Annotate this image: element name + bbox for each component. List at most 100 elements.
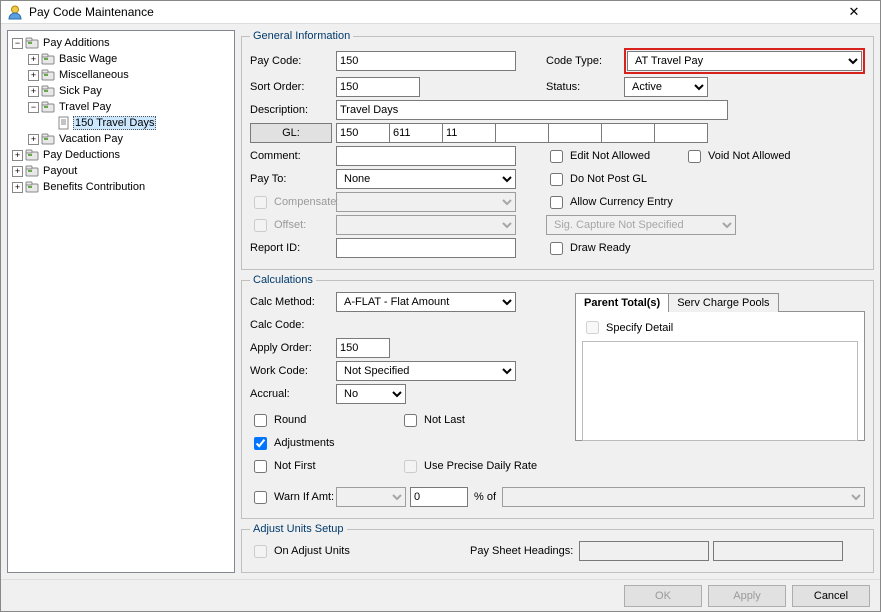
calculations-group: Calculations Calc Method: A-FLAT - Flat … bbox=[241, 274, 874, 519]
calc-legend: Calculations bbox=[250, 274, 316, 286]
apply-button[interactable]: Apply bbox=[708, 585, 786, 607]
gl-segment-6[interactable] bbox=[654, 123, 708, 143]
accrual-select[interactable]: No bbox=[336, 384, 406, 404]
gl-button[interactable]: GL: bbox=[250, 123, 332, 143]
pay-to-label: Pay To: bbox=[250, 173, 336, 185]
tree-item[interactable]: + Benefits Contribution bbox=[12, 179, 232, 195]
work-code-label: Work Code: bbox=[250, 365, 336, 377]
body: −Pay Additions+Basic Wage+Miscellaneous+… bbox=[1, 24, 880, 579]
folder-icon bbox=[25, 180, 39, 194]
expand-icon[interactable]: + bbox=[12, 182, 23, 193]
description-input[interactable] bbox=[336, 100, 728, 120]
ok-button[interactable]: OK bbox=[624, 585, 702, 607]
calc-code-label: Calc Code: bbox=[250, 319, 336, 331]
tab-parent-totals[interactable]: Parent Total(s) bbox=[575, 293, 669, 312]
folder-icon bbox=[41, 52, 55, 66]
compensate-check: Compensate: bbox=[250, 193, 336, 212]
sort-order-label: Sort Order: bbox=[250, 81, 336, 93]
adjust-legend: Adjust Units Setup bbox=[250, 523, 347, 535]
window-title: Pay Code Maintenance bbox=[29, 5, 834, 19]
expand-icon[interactable]: + bbox=[28, 134, 39, 145]
tab-body: Specify Detail bbox=[575, 311, 865, 441]
tree-item[interactable]: +Payout bbox=[12, 163, 232, 179]
adjustments-check[interactable]: Adjustments bbox=[250, 434, 335, 453]
work-code-select[interactable]: Not Specified bbox=[336, 361, 516, 381]
offset-select bbox=[336, 215, 516, 235]
tree-label: 150 Travel Days bbox=[73, 116, 156, 130]
pay-code-input[interactable] bbox=[336, 51, 516, 71]
general-legend: General Information bbox=[250, 30, 353, 42]
tree-item[interactable]: +Basic Wage bbox=[28, 51, 232, 67]
tab-serv-charge[interactable]: Serv Charge Pools bbox=[668, 293, 778, 312]
gl-segment-4[interactable] bbox=[548, 123, 602, 143]
code-type-select[interactable]: AT Travel Pay bbox=[627, 51, 862, 71]
expand-icon[interactable]: + bbox=[12, 166, 23, 177]
form-panel: General Information Pay Code: Code Type:… bbox=[241, 30, 874, 573]
code-type-label: Code Type: bbox=[546, 55, 624, 67]
tree-label: Pay Deductions bbox=[41, 149, 122, 161]
pay-sheet-heading1 bbox=[579, 541, 709, 561]
expand-icon[interactable]: + bbox=[28, 54, 39, 65]
pay-to-select[interactable]: None bbox=[336, 169, 516, 189]
gl-segment-2[interactable] bbox=[442, 123, 496, 143]
gl-segment-1[interactable] bbox=[389, 123, 443, 143]
collapse-icon[interactable]: − bbox=[12, 38, 23, 49]
collapse-icon[interactable]: − bbox=[28, 102, 39, 113]
expand-icon[interactable]: + bbox=[12, 150, 23, 161]
folder-icon bbox=[41, 84, 55, 98]
warn-val-input[interactable] bbox=[410, 487, 468, 507]
edit-not-allowed-check[interactable]: Edit Not Allowed bbox=[546, 147, 684, 166]
draw-ready-check[interactable]: Draw Ready bbox=[546, 239, 631, 258]
tree-item[interactable]: + Pay Deductions bbox=[12, 147, 232, 163]
gl-segment-3[interactable] bbox=[495, 123, 549, 143]
tree-item[interactable]: +Miscellaneous bbox=[28, 67, 232, 83]
tree-item[interactable]: 150 Travel Days bbox=[44, 115, 232, 131]
allow-currency-check[interactable]: Allow Currency Entry bbox=[546, 193, 673, 212]
tree-label: Travel Pay bbox=[57, 101, 113, 113]
tree-item[interactable]: + Vacation Pay bbox=[28, 131, 232, 147]
status-label: Status: bbox=[546, 81, 624, 93]
gl-segment-5[interactable] bbox=[601, 123, 655, 143]
title-bar: Pay Code Maintenance ✕ bbox=[1, 1, 880, 24]
accrual-label: Accrual: bbox=[250, 388, 336, 400]
void-not-allowed-check[interactable]: Void Not Allowed bbox=[684, 147, 791, 166]
app-icon bbox=[7, 4, 23, 20]
not-first-check[interactable]: Not First bbox=[250, 457, 400, 476]
folder-icon bbox=[25, 164, 39, 178]
parent-totals-list[interactable] bbox=[582, 341, 858, 441]
gl-segment-0[interactable] bbox=[336, 123, 390, 143]
calc-method-select[interactable]: A-FLAT - Flat Amount bbox=[336, 292, 516, 312]
specify-detail-check: Specify Detail bbox=[582, 318, 858, 337]
status-select[interactable]: Active bbox=[624, 77, 708, 97]
folder-icon bbox=[25, 148, 39, 162]
use-precise-check: Use Precise Daily Rate bbox=[400, 457, 537, 476]
not-last-check[interactable]: Not Last bbox=[400, 411, 465, 430]
expand-icon[interactable]: + bbox=[28, 70, 39, 81]
report-id-input[interactable] bbox=[336, 238, 516, 258]
tree-label: Vacation Pay bbox=[57, 133, 125, 145]
nav-tree[interactable]: −Pay Additions+Basic Wage+Miscellaneous+… bbox=[10, 35, 232, 195]
tree-label: Benefits Contribution bbox=[41, 181, 147, 193]
compensate-select bbox=[336, 192, 516, 212]
do-not-post-gl-check[interactable]: Do Not Post GL bbox=[546, 170, 647, 189]
dialog-footer: OK Apply Cancel bbox=[1, 579, 880, 611]
comment-input[interactable] bbox=[336, 146, 516, 166]
folder-icon bbox=[41, 68, 55, 82]
tree-panel: −Pay Additions+Basic Wage+Miscellaneous+… bbox=[7, 30, 235, 573]
tree-label: Sick Pay bbox=[57, 85, 104, 97]
on-adjust-units-check: On Adjust Units bbox=[250, 542, 430, 561]
window: Pay Code Maintenance ✕ − Pay Additions +Ba… bbox=[0, 0, 881, 612]
tree-item[interactable]: + Sick Pay bbox=[28, 83, 232, 99]
warn-if-amt-check[interactable]: Warn If Amt: bbox=[250, 488, 336, 507]
close-button[interactable]: ✕ bbox=[834, 1, 874, 23]
tree-item[interactable]: − Pay Additions bbox=[12, 35, 232, 51]
expand-icon[interactable]: + bbox=[28, 86, 39, 97]
percent-of-select bbox=[502, 487, 865, 507]
offset-check: Offset: bbox=[250, 216, 336, 235]
tree-item[interactable]: − Travel Pay bbox=[28, 99, 232, 115]
round-check[interactable]: Round bbox=[250, 411, 400, 430]
cancel-button[interactable]: Cancel bbox=[792, 585, 870, 607]
apply-order-input[interactable] bbox=[336, 338, 390, 358]
tree-label: Pay Additions bbox=[41, 37, 112, 49]
sort-order-input[interactable] bbox=[336, 77, 420, 97]
